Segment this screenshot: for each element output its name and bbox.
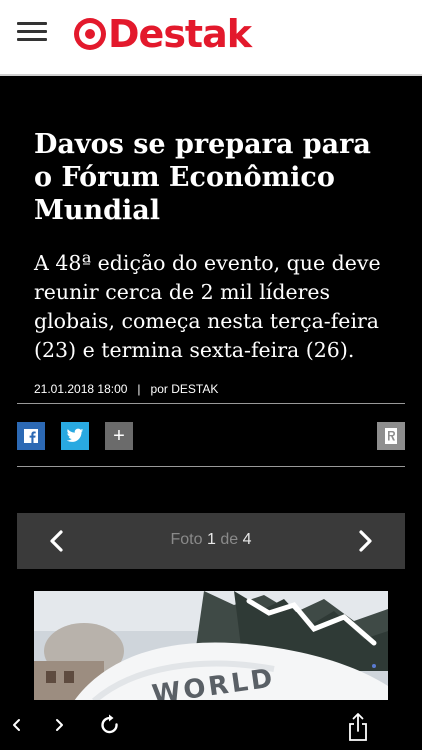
hamburger-menu-icon[interactable] bbox=[17, 22, 47, 42]
photo-gallery-bar: Foto 1 de 4 bbox=[17, 513, 405, 569]
article-title: Davos se prepara para o Fórum Econômico … bbox=[34, 129, 371, 226]
article-byline: por DESTAK bbox=[150, 382, 219, 396]
meta-separator: | bbox=[137, 382, 141, 396]
twitter-share-button[interactable] bbox=[61, 422, 89, 450]
reload-icon bbox=[101, 714, 118, 734]
photo-counter-label: Foto bbox=[170, 531, 203, 548]
share-button[interactable] bbox=[345, 712, 371, 741]
back-icon bbox=[13, 719, 20, 731]
divider-top bbox=[17, 403, 405, 404]
divider-bottom bbox=[17, 466, 405, 467]
plus-icon: + bbox=[113, 424, 125, 447]
chevron-right-icon bbox=[359, 530, 372, 552]
photo-counter: Foto 1 de 4 bbox=[17, 531, 405, 549]
more-share-button[interactable]: + bbox=[105, 422, 133, 450]
article-lede: A 48ª edição do evento, que deve reunir … bbox=[34, 251, 381, 362]
top-header: Destak bbox=[0, 0, 422, 76]
forward-button[interactable] bbox=[46, 712, 72, 738]
destak-logo[interactable]: Destak bbox=[74, 12, 252, 56]
article-meta: 21.01.2018 18:00 | por DESTAK bbox=[34, 382, 394, 396]
logo-target-icon bbox=[74, 18, 106, 50]
r-icon bbox=[385, 428, 397, 444]
r-button[interactable] bbox=[377, 422, 405, 450]
twitter-icon bbox=[66, 428, 84, 442]
facebook-share-button[interactable] bbox=[17, 422, 45, 450]
photo-current: 1 bbox=[206, 531, 216, 548]
photo-total: 4 bbox=[242, 531, 252, 548]
article-date: 21.01.2018 18:00 bbox=[34, 382, 128, 396]
facebook-icon bbox=[24, 429, 38, 443]
snowy-davos-photo: WORLD bbox=[34, 591, 388, 701]
reload-button[interactable] bbox=[97, 712, 123, 738]
article-photo[interactable]: WORLD bbox=[34, 591, 388, 701]
share-icon bbox=[349, 713, 367, 741]
forward-icon bbox=[56, 719, 63, 731]
photo-counter-of: de bbox=[220, 531, 239, 548]
back-button[interactable] bbox=[4, 712, 30, 738]
logo-text: Destak bbox=[108, 12, 252, 56]
article: Davos se prepara para o Fórum Econômico … bbox=[34, 128, 394, 396]
next-photo-button[interactable] bbox=[351, 527, 379, 555]
browser-toolbar bbox=[0, 700, 422, 750]
